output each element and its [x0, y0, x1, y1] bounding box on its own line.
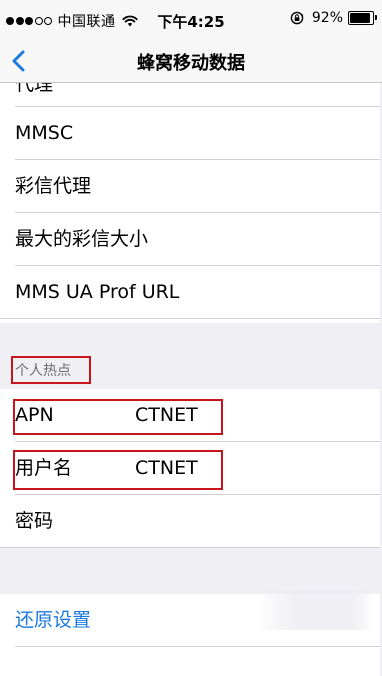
rotation-lock-icon: [290, 11, 304, 25]
watermark-smudge: [255, 590, 375, 630]
status-right: 92%: [290, 10, 377, 26]
hotspot-settings-group: APN CTNET 用户名 CTNET 密码: [0, 389, 380, 548]
row-label: MMS UA Prof URL: [15, 281, 180, 303]
partial-row-label: 代理: [15, 83, 54, 95]
mms-settings-group: 代理 MMSC 彩信代理 最大的彩信大小 MMS UA Prof URL: [0, 83, 380, 323]
list-item-mmsc[interactable]: MMSC: [0, 107, 380, 160]
list-item-partial[interactable]: 代理: [0, 83, 380, 107]
row-label: 最大的彩信大小: [15, 228, 149, 250]
battery-icon: [348, 11, 377, 25]
list-item-username[interactable]: 用户名 CTNET: [0, 442, 380, 495]
page-title: 蜂窝移动数据: [137, 53, 245, 74]
battery-fill: [350, 13, 371, 23]
row-label: 彩信代理: [15, 175, 92, 197]
nav-bar: 蜂窝移动数据: [0, 40, 382, 83]
row-label: 密码: [15, 510, 54, 532]
apn-value: CTNET: [135, 404, 198, 426]
list-item-password[interactable]: 密码: [0, 495, 380, 548]
section-header-hotspot: 个人热点: [15, 363, 71, 379]
list-item-max-mms-size[interactable]: 最大的彩信大小: [0, 213, 380, 266]
row-label: APN: [15, 404, 54, 426]
list-item-mms-ua-prof-url[interactable]: MMS UA Prof URL: [0, 266, 380, 319]
list-item-apn[interactable]: APN CTNET: [0, 389, 380, 442]
status-bar: 中国联通 下午4:25 92%: [0, 0, 382, 40]
row-label: 用户名: [15, 457, 73, 479]
row-label: MMSC: [15, 122, 74, 144]
username-value: CTNET: [135, 457, 198, 479]
list-item-mms-proxy[interactable]: 彩信代理: [0, 160, 380, 213]
battery-percent: 92%: [311, 10, 343, 26]
